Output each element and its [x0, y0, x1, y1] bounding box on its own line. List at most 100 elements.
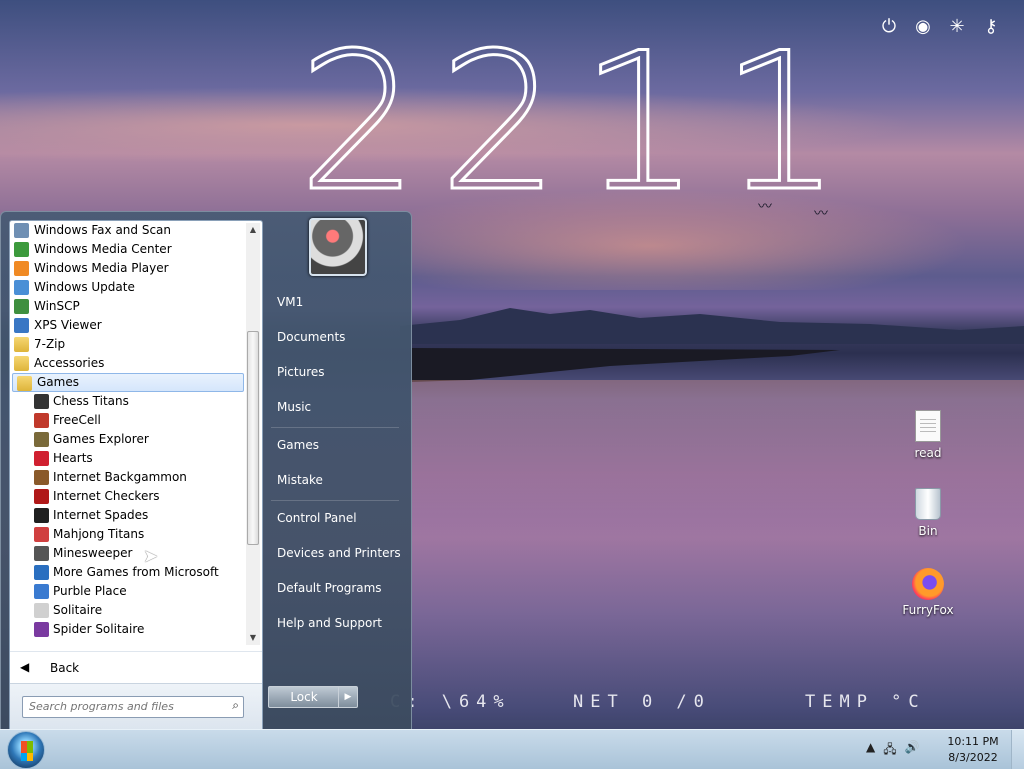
link-pictures[interactable]: Pictures: [277, 365, 325, 379]
temp-stat: TEMP °C: [805, 692, 926, 712]
program-item[interactable]: XPS Viewer: [10, 316, 246, 335]
link-default-programs[interactable]: Default Programs: [277, 581, 382, 595]
folder-icon: [17, 376, 32, 391]
media-center-icon: [14, 242, 29, 257]
program-label: Windows Media Center: [34, 242, 172, 256]
program-label: WinSCP: [34, 299, 80, 313]
start-button[interactable]: [7, 731, 45, 769]
taskbar-date: 8/3/2022: [948, 751, 998, 764]
search-input[interactable]: [23, 697, 225, 715]
program-label: Purble Place: [53, 584, 127, 598]
loading-icon[interactable]: ✳: [946, 16, 968, 38]
program-item[interactable]: Games Explorer: [10, 430, 246, 449]
lock-button[interactable]: Lock: [268, 686, 340, 708]
program-item[interactable]: Internet Spades: [10, 506, 246, 525]
link-control-panel[interactable]: Control Panel: [277, 511, 357, 525]
program-item[interactable]: Solitaire: [10, 601, 246, 620]
program-label: Hearts: [53, 451, 93, 465]
program-label: Internet Spades: [53, 508, 149, 522]
program-label: More Games from Microsoft: [53, 565, 219, 579]
all-programs-list: Windows Fax and Scan Windows Media Center…: [10, 221, 246, 645]
program-item[interactable]: 7-Zip: [10, 335, 246, 354]
program-label: XPS Viewer: [34, 318, 102, 332]
desktop-icon-furryfox[interactable]: FurryFox: [893, 568, 963, 617]
show-desktop-button[interactable]: [1011, 730, 1024, 769]
desktop-icon-read[interactable]: read: [893, 410, 963, 460]
desktop-icon-bin[interactable]: Bin: [893, 488, 963, 538]
program-item[interactable]: Purble Place: [10, 582, 246, 601]
notification-area: ▲ 🖧 🔊: [866, 740, 920, 761]
power-options-arrow-icon[interactable]: ▶: [338, 686, 358, 708]
program-item[interactable]: Internet Backgammon: [10, 468, 246, 487]
games-explorer-icon: [34, 432, 49, 447]
widget-icons: ⏻ ◉ ✳ ⚷: [878, 16, 1002, 38]
program-label: Minesweeper: [53, 546, 133, 560]
desktop-icon-label: Bin: [918, 524, 938, 538]
media-player-icon: [14, 261, 29, 276]
xps-viewer-icon: [14, 318, 29, 333]
wallpaper-mountains: [400, 308, 1024, 344]
program-label: Solitaire: [53, 603, 103, 617]
scroll-down-icon[interactable]: ▼: [246, 631, 260, 645]
link-help-and-support[interactable]: Help and Support: [277, 616, 382, 630]
program-label: Windows Media Player: [34, 261, 169, 275]
power-icon[interactable]: ⏻: [878, 16, 900, 38]
program-item[interactable]: Windows Media Player: [10, 259, 246, 278]
key-icon[interactable]: ⚷: [980, 16, 1002, 38]
program-item[interactable]: Internet Checkers: [10, 487, 246, 506]
program-item[interactable]: Games: [12, 373, 244, 392]
program-item[interactable]: Minesweeper: [10, 544, 246, 563]
back-button[interactable]: ◀ Back: [10, 651, 262, 684]
document-icon: [915, 410, 941, 442]
program-item[interactable]: Mahjong Titans: [10, 525, 246, 544]
search-box[interactable]: ⌕: [22, 696, 244, 718]
program-item[interactable]: Windows Media Center: [10, 240, 246, 259]
user-avatar[interactable]: [309, 218, 367, 276]
volume-icon[interactable]: 🔊: [905, 740, 920, 761]
taskbar-clock[interactable]: 10:11 PM 8/3/2022: [940, 734, 1006, 766]
minesweeper-icon: [34, 546, 49, 561]
program-label: Games: [37, 375, 79, 389]
search-area: ⌕: [10, 683, 262, 732]
scroll-up-icon[interactable]: ▲: [246, 223, 260, 237]
program-label: Windows Fax and Scan: [34, 223, 172, 237]
program-label: Internet Checkers: [53, 489, 160, 503]
program-item[interactable]: Windows Update: [10, 278, 246, 297]
taskbar-time: 10:11 PM: [947, 735, 999, 748]
program-item[interactable]: Accessories: [10, 354, 246, 373]
fax-icon: [14, 223, 29, 238]
program-item[interactable]: FreeCell: [10, 411, 246, 430]
program-item[interactable]: More Games from Microsoft: [10, 563, 246, 582]
program-item[interactable]: Windows Fax and Scan: [10, 221, 246, 240]
scroll-thumb[interactable]: [247, 331, 259, 545]
start-menu-right-pane: VM1 Documents Pictures Music Games Mista…: [263, 212, 411, 730]
link-documents[interactable]: Documents: [277, 330, 345, 344]
link-mistake[interactable]: Mistake: [277, 473, 323, 487]
program-item[interactable]: WinSCP: [10, 297, 246, 316]
solitaire-icon: [34, 603, 49, 618]
program-label: 7-Zip: [34, 337, 66, 351]
folder-icon: [14, 356, 29, 371]
link-music[interactable]: Music: [277, 400, 311, 414]
separator: [271, 500, 399, 501]
show-hidden-icons-icon[interactable]: ▲: [866, 740, 875, 761]
program-label: Chess Titans: [53, 394, 129, 408]
recycle-bin-icon: [915, 488, 941, 520]
program-item[interactable]: Hearts: [10, 449, 246, 468]
program-label: Games Explorer: [53, 432, 149, 446]
network-icon[interactable]: 🖧: [883, 740, 896, 761]
hearts-icon: [34, 451, 49, 466]
program-item[interactable]: Chess Titans: [10, 392, 246, 411]
link-user[interactable]: VM1: [277, 295, 303, 309]
programs-scrollbar[interactable]: ▲ ▼: [246, 223, 260, 645]
link-devices-and-printers[interactable]: Devices and Printers: [277, 546, 401, 560]
shutdown-icon[interactable]: ◉: [912, 16, 934, 38]
back-label: Back: [50, 661, 80, 675]
spades-icon: [34, 508, 49, 523]
search-icon[interactable]: ⌕: [232, 698, 239, 713]
link-games[interactable]: Games: [277, 438, 319, 452]
program-item[interactable]: Spider Solitaire: [10, 620, 246, 639]
windows-logo-icon: [21, 741, 33, 753]
windows-logo-icon: [21, 753, 33, 761]
mouse-cursor-icon: ➤: [143, 546, 159, 567]
